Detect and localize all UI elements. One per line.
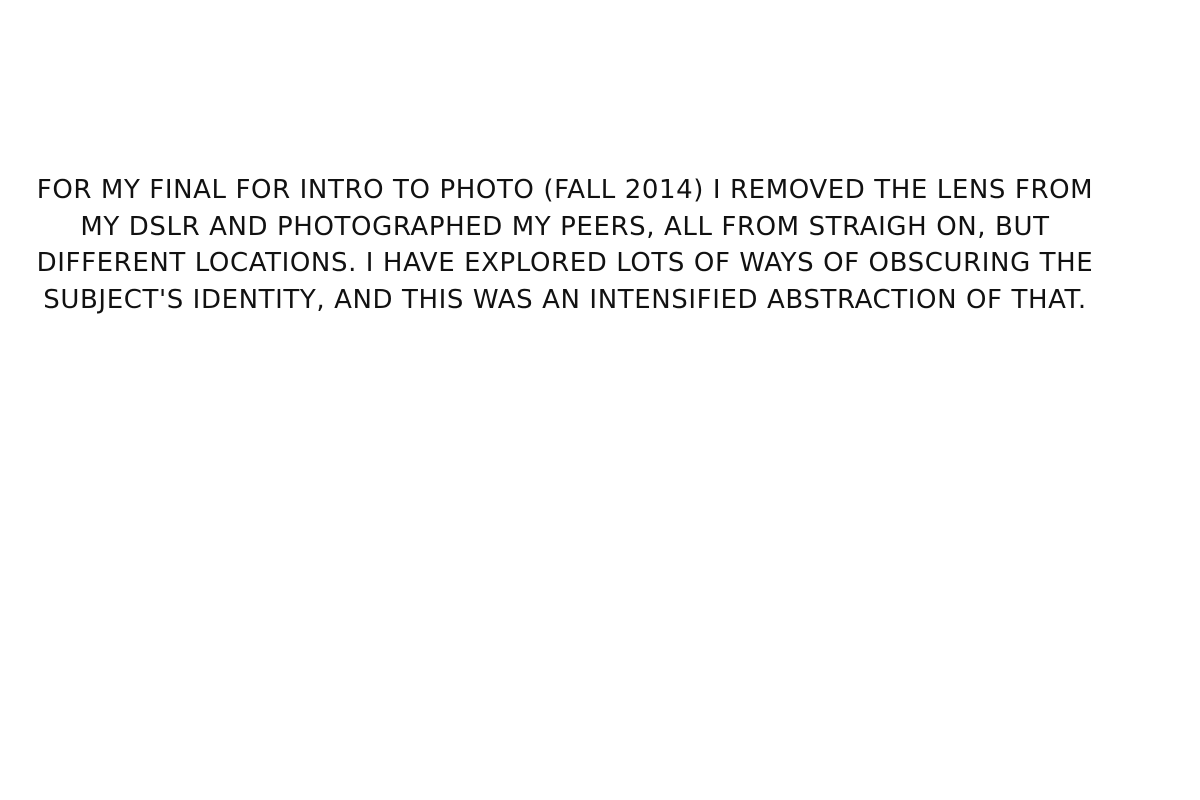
page: { "statement": { "text": "for my final f…: [0, 0, 1200, 800]
artist-statement-text: for my final for intro to photo (fall 20…: [36, 175, 1094, 315]
